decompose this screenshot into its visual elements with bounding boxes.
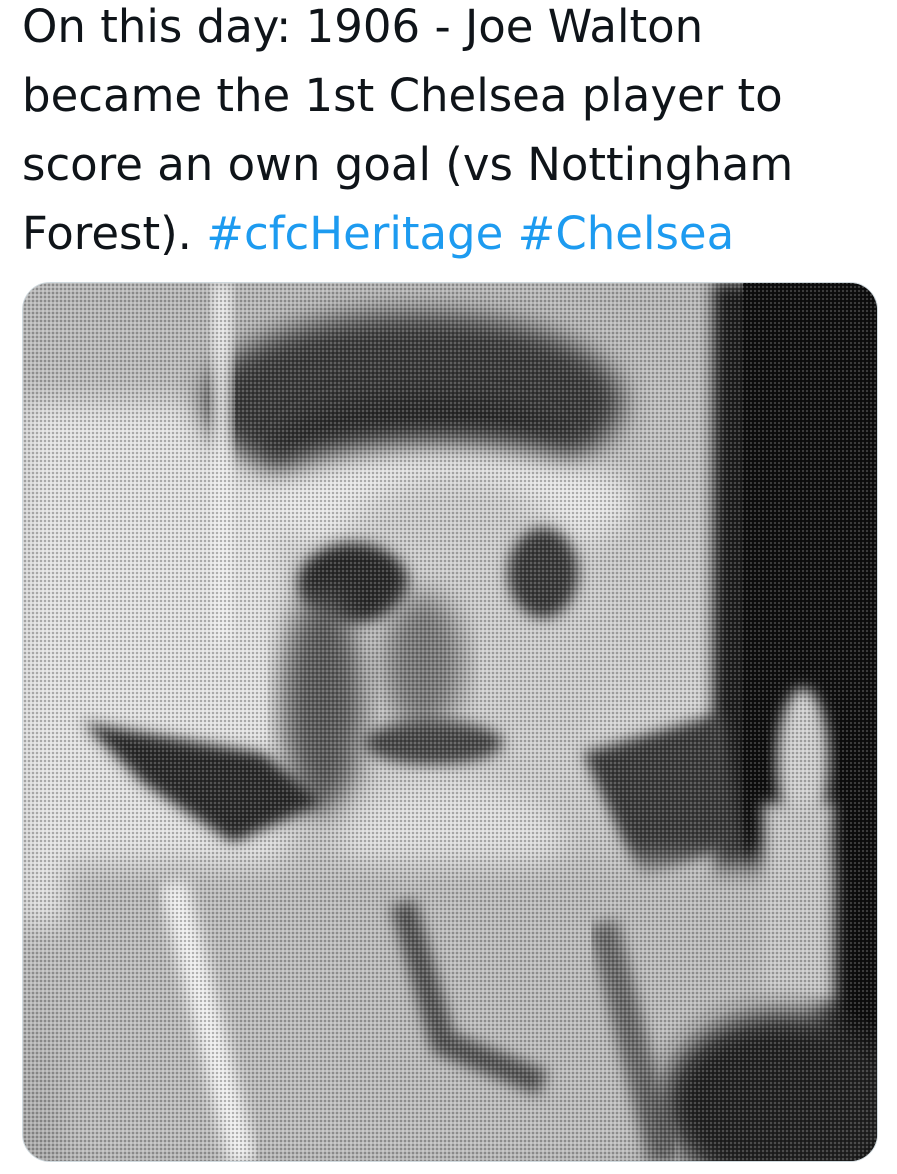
tweet-photo[interactable]: [22, 282, 878, 1162]
hashtag-chelsea-link[interactable]: #Chelsea: [518, 207, 735, 260]
tweet-text: On this day: 1906 - Joe Walton became th…: [22, 0, 882, 268]
hashtag-cfcheritage-link[interactable]: #cfcHeritage: [206, 207, 503, 260]
player-portrait-photo: [23, 283, 877, 1161]
